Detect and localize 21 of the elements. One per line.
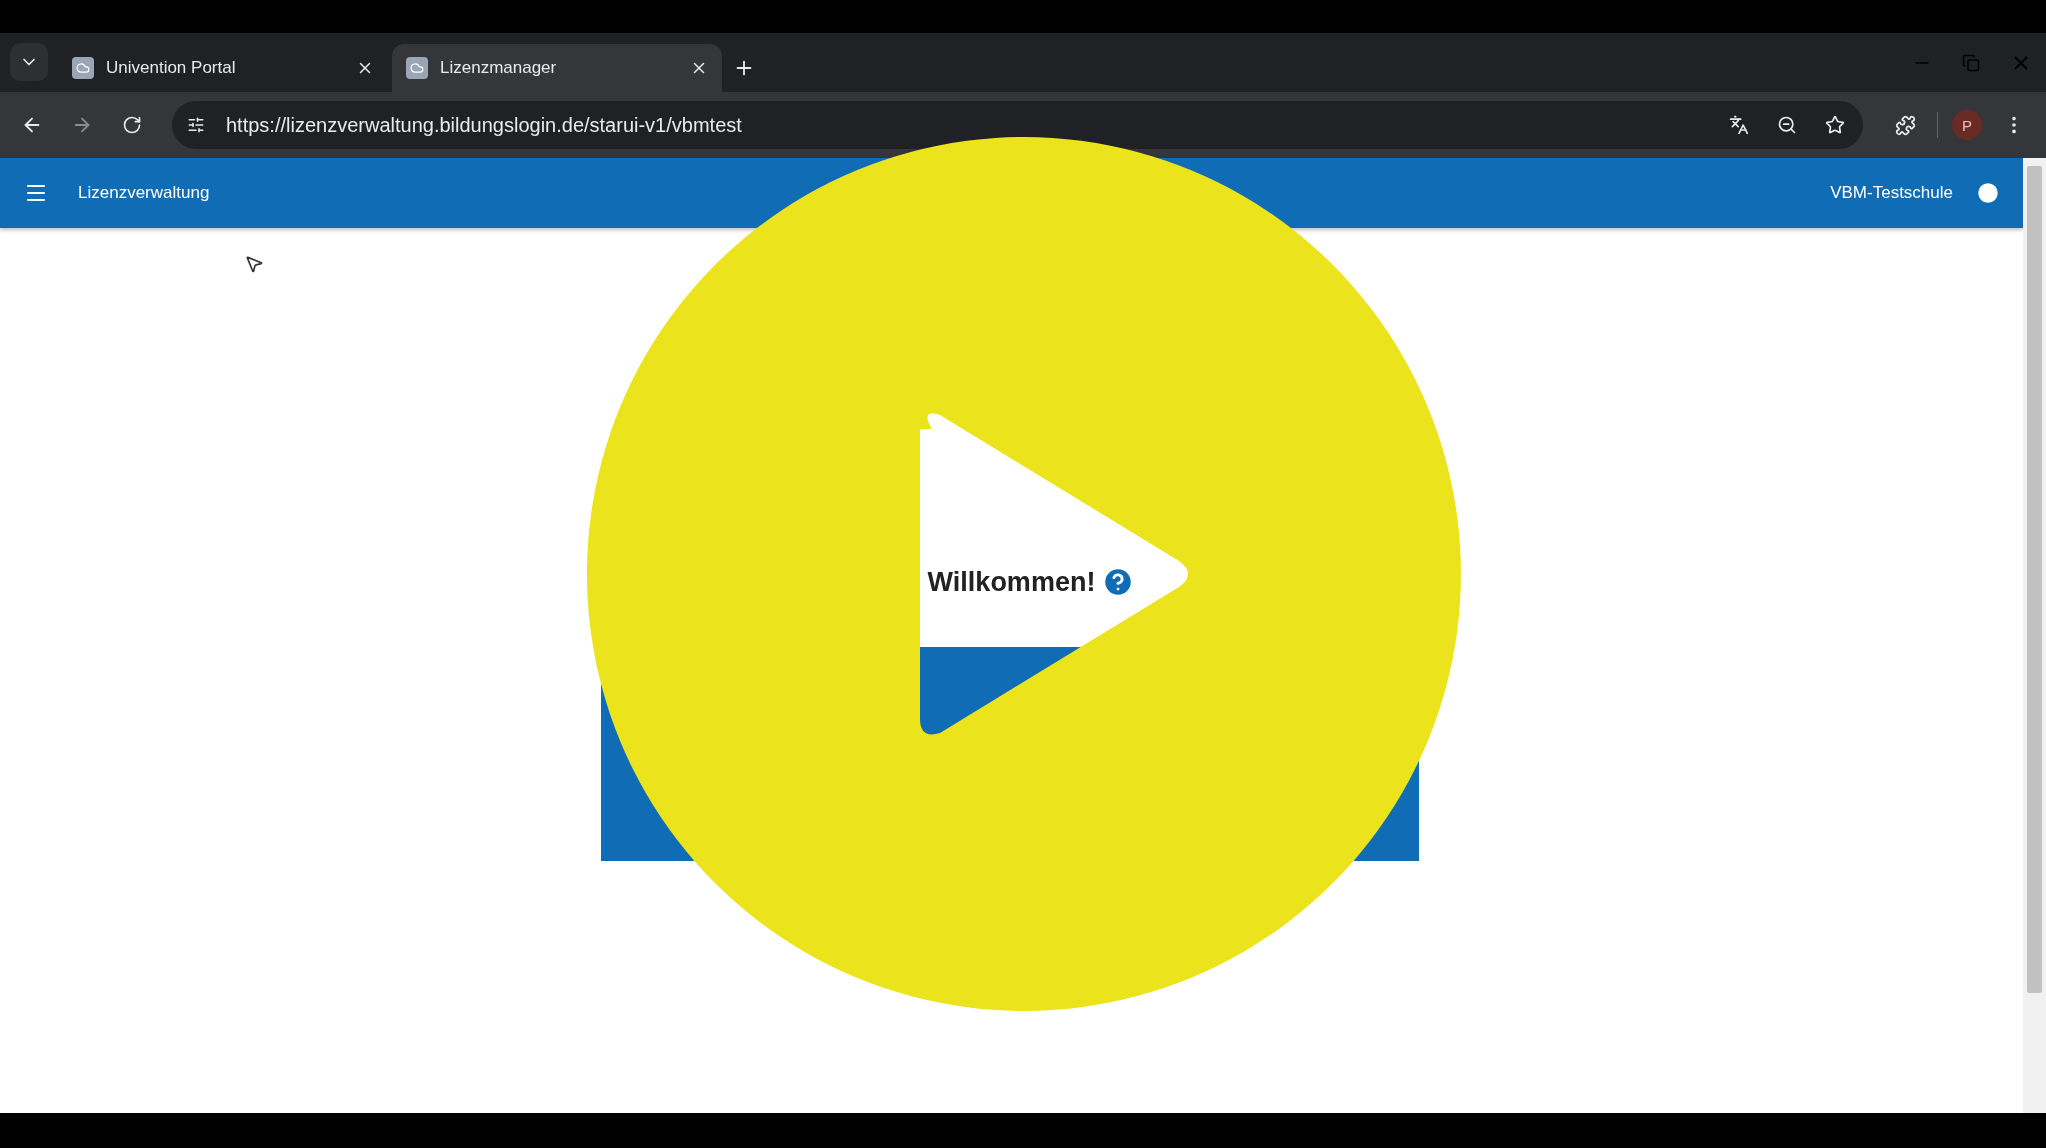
play-button-icon[interactable]	[587, 137, 1461, 1011]
tab-title: Univention Portal	[106, 58, 237, 78]
school-name: VBM-Testschule	[1830, 183, 1953, 203]
browser-tab[interactable]: Univention Portal	[58, 44, 388, 92]
scrollbar[interactable]	[2023, 158, 2046, 1113]
welcome-heading: Willkommen!	[927, 566, 1096, 598]
puzzle-icon[interactable]	[1894, 114, 1916, 136]
app-title: Lizenzverwaltung	[78, 183, 211, 203]
cloud-icon	[406, 57, 428, 79]
profile-avatar[interactable]: P	[1952, 110, 1982, 140]
address-bar[interactable]: https://lizenzverwaltung.bildungslogin.de/starui-v1/vbmtest	[172, 101, 1863, 149]
reload-icon[interactable]	[122, 115, 142, 135]
translate-icon[interactable]	[1729, 115, 1749, 135]
star-icon[interactable]	[1825, 115, 1845, 135]
zoom-out-icon[interactable]	[1777, 115, 1797, 135]
browser-tab[interactable]: Lizenzmanager	[392, 44, 722, 92]
tab-title: Lizenzmanager	[440, 58, 558, 78]
mouse-pointer-icon	[244, 254, 264, 274]
cloud-icon	[72, 57, 94, 79]
url-text: https://lizenzverwaltung.bildungslogin.de/starui-v1/vbmtest	[226, 113, 743, 137]
sliders-icon[interactable]	[187, 116, 205, 134]
